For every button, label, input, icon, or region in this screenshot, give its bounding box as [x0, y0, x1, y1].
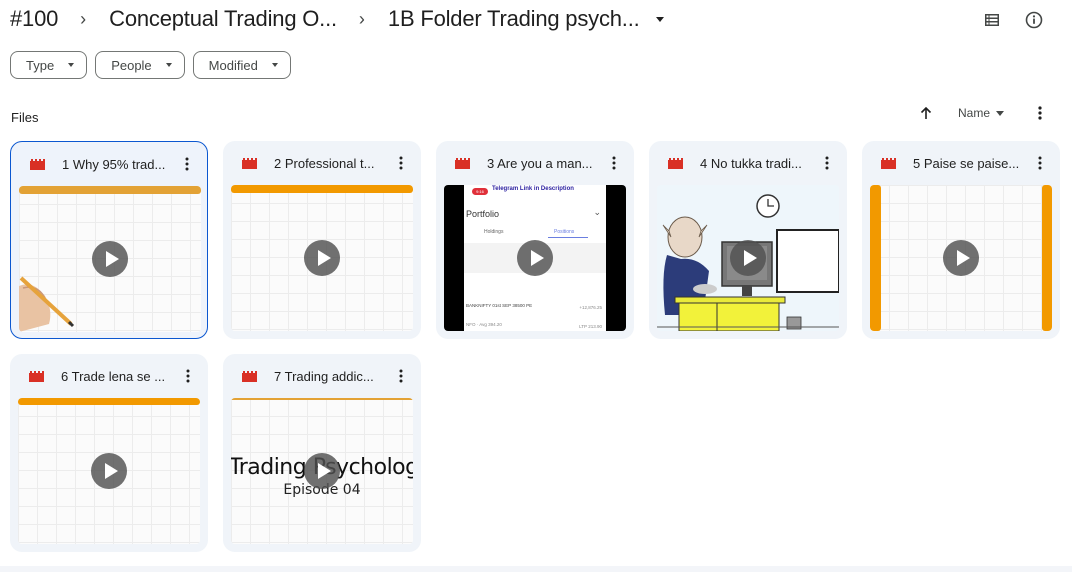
- hand-with-pencil-image: [19, 276, 75, 332]
- files-section-heading: Files: [11, 110, 39, 125]
- tab-underline: [548, 237, 588, 238]
- more-vert-icon: [185, 157, 189, 171]
- sort-by-button[interactable]: Name: [958, 106, 1005, 120]
- file-title: 6 Trade lena se ...: [61, 369, 166, 384]
- video-thumbnail[interactable]: [657, 185, 839, 331]
- play-button[interactable]: [943, 240, 979, 276]
- breadcrumb-item-current[interactable]: 1B Folder Trading psych...: [388, 6, 640, 32]
- header: #100 › Conceptual Trading O... › 1B Fold…: [0, 0, 1072, 40]
- thumbnail-top-bar: [19, 186, 201, 194]
- bottom-scroll-area: [0, 566, 1072, 572]
- folder-menu-caret-icon[interactable]: [655, 16, 664, 22]
- play-button[interactable]: [517, 240, 553, 276]
- file-title: 7 Trading addic...: [274, 369, 374, 384]
- info-icon: [1025, 11, 1043, 29]
- video-thumbnail[interactable]: Trading Psychology Episode 04: [231, 398, 413, 544]
- file-title: 2 Professional t...: [274, 156, 375, 171]
- file-card[interactable]: 4 No tukka tradi...: [649, 141, 847, 339]
- thumbnail-banner-text: Telegram Link in Description: [492, 186, 574, 192]
- file-more-button[interactable]: [182, 367, 194, 385]
- file-title: 4 No tukka tradi...: [700, 156, 802, 171]
- filter-chips: Type People Modified: [10, 51, 291, 79]
- thumbnail-top-bar: [18, 398, 200, 405]
- chevron-down-icon: [996, 110, 1005, 116]
- breadcrumb-separator: ›: [358, 8, 365, 29]
- chevron-down-icon: [165, 63, 172, 67]
- file-card[interactable]: 6 Trade lena se ...: [10, 354, 208, 552]
- file-more-button[interactable]: [608, 154, 620, 172]
- breadcrumb: #100 › Conceptual Trading O... › 1B Fold…: [10, 5, 664, 33]
- play-button[interactable]: [91, 453, 127, 489]
- breadcrumb-item-parent[interactable]: Conceptual Trading O...: [109, 6, 337, 32]
- filter-modified-chip[interactable]: Modified: [192, 51, 291, 79]
- video-thumbnail[interactable]: [870, 185, 1052, 331]
- more-vert-icon: [1038, 106, 1042, 120]
- list-view-icon: [985, 14, 999, 26]
- file-more-button[interactable]: [181, 155, 193, 173]
- arrow-up-icon: [920, 106, 932, 119]
- video-file-icon: [668, 158, 683, 169]
- more-vert-icon: [186, 369, 190, 383]
- filter-type-label: Type: [26, 57, 55, 73]
- video-file-icon: [30, 159, 45, 170]
- file-card[interactable]: 5 Paise se paise...: [862, 141, 1060, 339]
- file-more-button[interactable]: [1034, 154, 1046, 172]
- thumbnail-row2-value: LTP 213.90: [579, 324, 602, 329]
- breadcrumb-item-root[interactable]: #100: [10, 6, 58, 32]
- video-thumbnail[interactable]: [231, 185, 413, 331]
- breadcrumb-separator: ›: [80, 8, 87, 29]
- thumbnail-left-bar: [870, 185, 881, 331]
- video-thumbnail[interactable]: [18, 398, 200, 544]
- file-more-button[interactable]: [395, 154, 407, 172]
- time-badge: 9:16: [472, 188, 488, 195]
- chevron-down-icon: [271, 63, 278, 67]
- file-card[interactable]: 2 Professional t...: [223, 141, 421, 339]
- video-thumbnail[interactable]: 9:16 Telegram Link in Description Portfo…: [444, 185, 626, 331]
- more-vert-icon: [399, 156, 403, 170]
- thumbnail-row1: BANKNIFTY 01st SEP 38500 PE: [466, 303, 533, 308]
- file-more-button[interactable]: [395, 367, 407, 385]
- video-thumbnail[interactable]: [19, 186, 201, 332]
- sort-by-label: Name: [958, 106, 991, 120]
- play-button[interactable]: [304, 453, 340, 489]
- thumbnail-row1-value: +12,876.25: [579, 305, 602, 310]
- thumbnail-tab-holdings: Holdings: [484, 229, 504, 235]
- file-more-button[interactable]: [821, 154, 833, 172]
- chevron-down-icon: [68, 63, 75, 67]
- file-card[interactable]: 7 Trading addic... Trading Psychology Ep…: [223, 354, 421, 552]
- filter-type-chip[interactable]: Type: [10, 51, 88, 79]
- thumbnail-heading: Portfolio: [466, 209, 500, 219]
- file-title: 3 Are you a man...: [487, 156, 593, 171]
- filter-people-chip[interactable]: People: [95, 51, 185, 79]
- video-file-icon: [29, 371, 44, 382]
- file-title: 1 Why 95% trad...: [62, 157, 166, 172]
- thumbnail-top-line: [231, 398, 413, 400]
- video-file-icon: [242, 158, 257, 169]
- file-card[interactable]: 1 Why 95% trad...: [10, 141, 208, 339]
- more-vert-icon: [399, 369, 403, 383]
- file-card[interactable]: 3 Are you a man... 9:16 Telegram Link in…: [436, 141, 634, 339]
- thumbnail-right-bar: [1042, 185, 1052, 331]
- thumbnail-chevron: ⌄: [593, 207, 601, 217]
- play-button[interactable]: [304, 240, 340, 276]
- more-options-button[interactable]: [1030, 103, 1050, 123]
- more-vert-icon: [825, 156, 829, 170]
- play-button[interactable]: [92, 241, 128, 277]
- more-vert-icon: [612, 156, 616, 170]
- file-title: 5 Paise se paise...: [913, 156, 1020, 171]
- thumbnail-top-bar: [231, 185, 413, 193]
- video-file-icon: [881, 158, 896, 169]
- list-view-button[interactable]: [980, 8, 1004, 32]
- more-vert-icon: [1038, 156, 1042, 170]
- details-button[interactable]: [1022, 8, 1046, 32]
- thumbnail-row2: NFO · Avg 394.20: [466, 322, 502, 327]
- filter-modified-label: Modified: [208, 57, 258, 73]
- video-file-icon: [242, 371, 257, 382]
- play-button[interactable]: [730, 240, 766, 276]
- filter-people-label: People: [111, 57, 152, 73]
- sort-direction-button[interactable]: [916, 103, 936, 123]
- video-file-icon: [455, 158, 470, 169]
- thumbnail-tab-positions: Positions: [554, 229, 575, 235]
